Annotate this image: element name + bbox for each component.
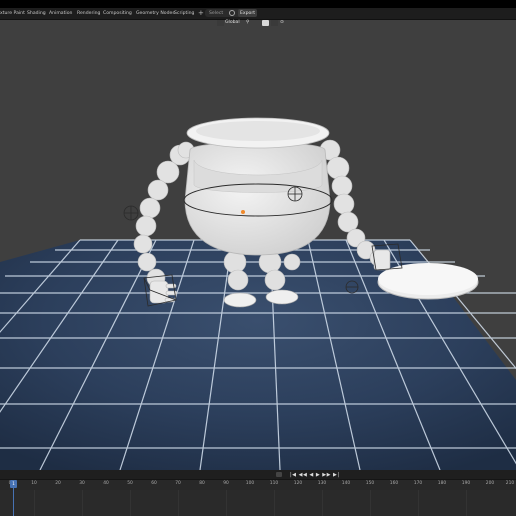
viewport-canvas bbox=[0, 117, 516, 470]
pot-opening bbox=[196, 121, 320, 141]
transform-orientation-dropdown[interactable]: Global bbox=[225, 19, 240, 27]
tick-label: 160 bbox=[389, 481, 399, 486]
tick-label: 180 bbox=[437, 481, 447, 486]
scene-icon bbox=[229, 10, 235, 16]
tick-label: 190 bbox=[461, 481, 471, 486]
tab-scripting[interactable]: Scripting bbox=[174, 9, 194, 18]
tab-texture-paint[interactable]: xture Paint bbox=[0, 9, 25, 18]
scene-right-label[interactable]: Export bbox=[238, 9, 258, 17]
armature-gizmo-right bbox=[287, 186, 303, 202]
current-frame-indicator[interactable]: 1 bbox=[10, 480, 17, 488]
3d-viewport[interactable] bbox=[0, 20, 516, 470]
tick-label: 40 bbox=[103, 481, 109, 486]
snap-target-icon[interactable] bbox=[262, 20, 269, 26]
record-icon[interactable] bbox=[276, 472, 282, 477]
playback-controls[interactable]: |◀ ◀◀ ◀ ▶ ▶▶ ▶| bbox=[290, 472, 340, 478]
tick-label: 100 bbox=[245, 481, 255, 486]
right-hand bbox=[373, 249, 391, 271]
armature-gizmo-left bbox=[123, 205, 139, 221]
window-top-strip bbox=[0, 0, 516, 8]
tick-label: 80 bbox=[199, 481, 205, 486]
tick-label: 170 bbox=[413, 481, 423, 486]
tick-label: 130 bbox=[317, 481, 327, 486]
tick-label: 60 bbox=[151, 481, 157, 486]
tab-rendering[interactable]: Rendering bbox=[77, 9, 100, 18]
tab-animation[interactable]: Animation bbox=[49, 9, 72, 18]
tick-label: 30 bbox=[79, 481, 85, 486]
tab-geometry-nodes[interactable]: Geometry Nodes bbox=[136, 9, 175, 18]
base-disc-top bbox=[378, 263, 478, 295]
tick-label: 50 bbox=[127, 481, 133, 486]
scene-left-label[interactable]: Select bbox=[209, 9, 223, 18]
tick-label: 120 bbox=[293, 481, 303, 486]
pot-body bbox=[184, 142, 331, 256]
frame-ruler[interactable]: 0 10 20 30 40 50 60 70 80 90 100 110 120… bbox=[0, 480, 516, 490]
timeline-header: |◀ ◀◀ ◀ ▶ ▶▶ ▶| bbox=[0, 470, 516, 480]
tick-label: 20 bbox=[55, 481, 61, 486]
tick-label: 110 bbox=[269, 481, 279, 486]
viewport-header: Global ⚲ ⊙ bbox=[0, 19, 516, 28]
tick-label: 150 bbox=[365, 481, 375, 486]
tick-label: 70 bbox=[175, 481, 181, 486]
timeline-editor[interactable]: |◀ ◀◀ ◀ ▶ ▶▶ ▶| 0 10 20 30 40 50 60 70 8… bbox=[0, 470, 516, 516]
add-workspace-button[interactable]: + bbox=[198, 8, 204, 19]
tab-shading[interactable]: Shading bbox=[27, 9, 46, 18]
timeline-track-area[interactable] bbox=[0, 490, 516, 516]
tick-label: 140 bbox=[341, 481, 351, 486]
object-origin-dot bbox=[241, 210, 245, 214]
proportional-edit-icon[interactable]: ⊙ bbox=[280, 19, 284, 27]
tab-compositing[interactable]: Compositing bbox=[103, 9, 132, 18]
tick-label: 210 bbox=[505, 481, 515, 486]
tick-label: 200 bbox=[485, 481, 495, 486]
snap-icon[interactable]: ⚲ bbox=[246, 19, 249, 27]
tick-label: 90 bbox=[223, 481, 229, 486]
tick-label: 10 bbox=[31, 481, 37, 486]
snap-options-icon[interactable] bbox=[271, 20, 278, 26]
orientation-icon[interactable] bbox=[217, 20, 224, 26]
left-hand bbox=[149, 280, 178, 304]
